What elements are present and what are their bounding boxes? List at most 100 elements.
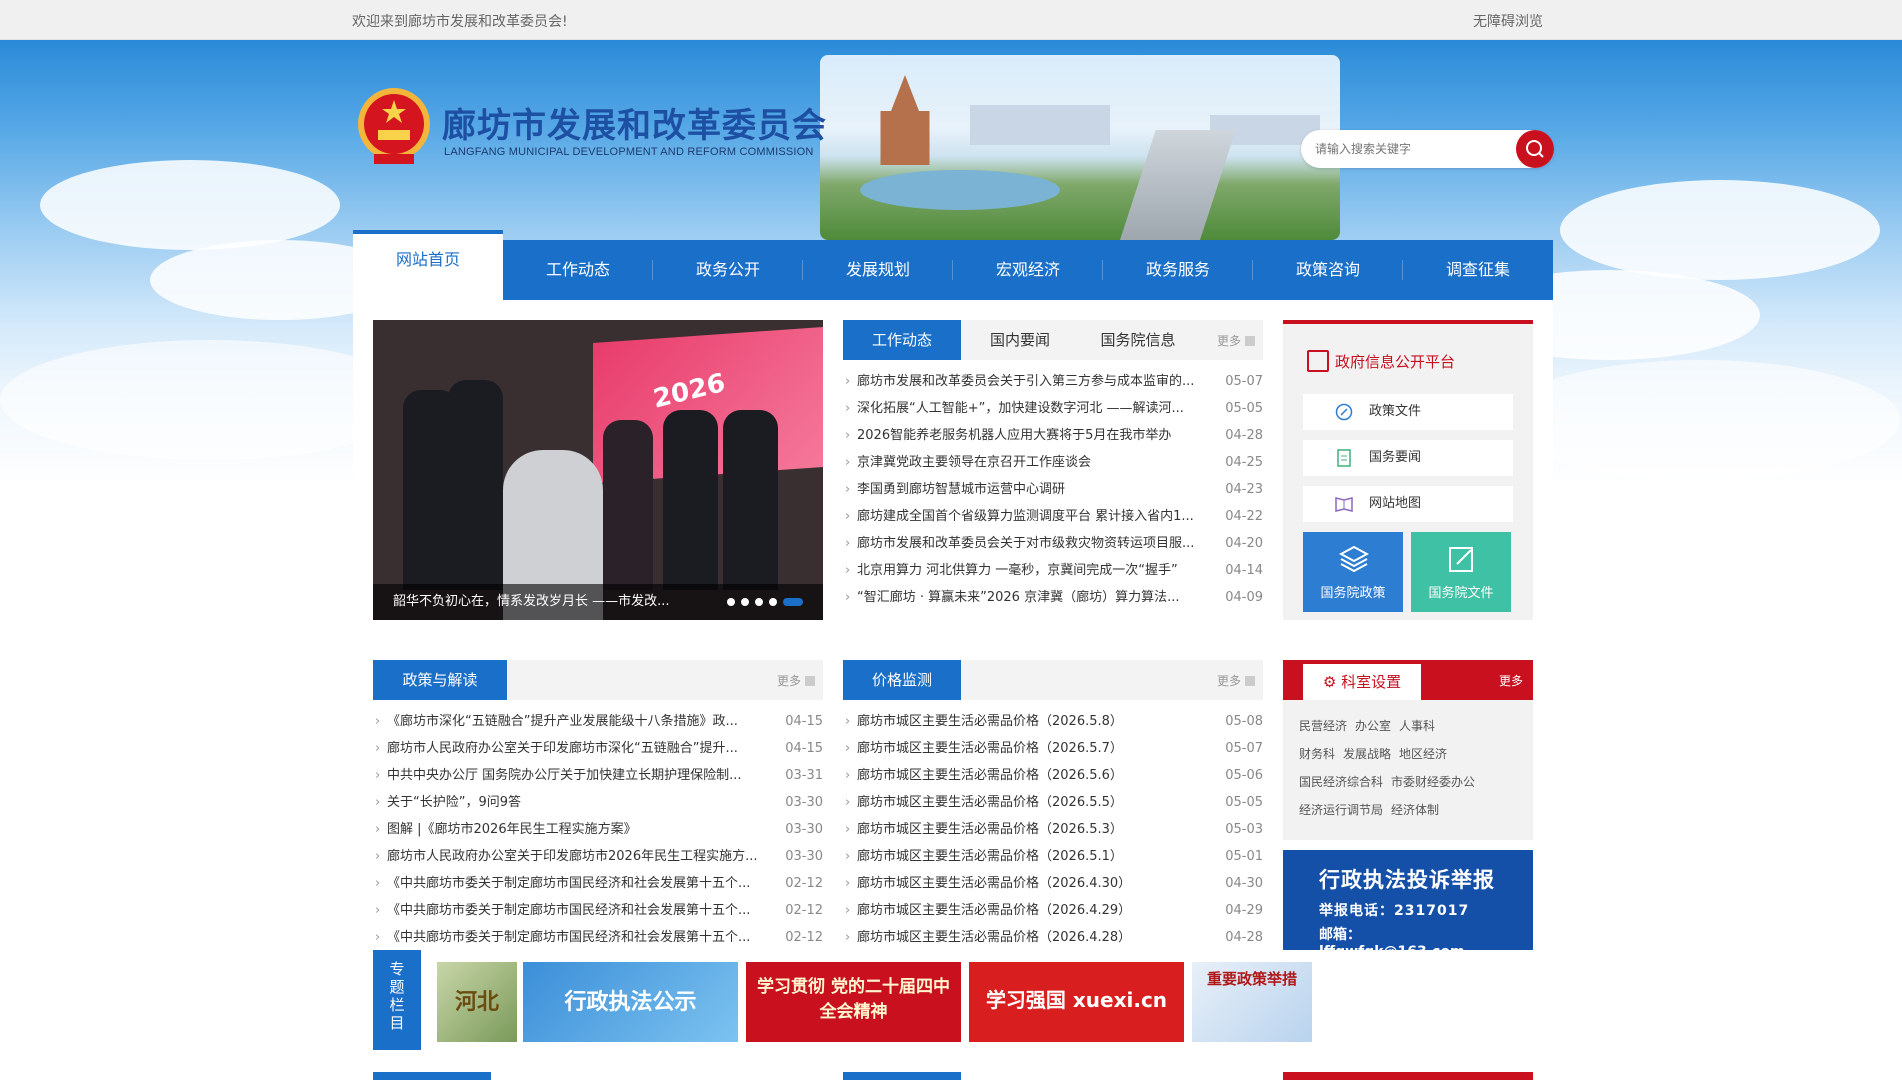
slider-dot-active[interactable]	[783, 598, 803, 606]
report-phone: 举报电话：2317017	[1319, 903, 1470, 919]
policy-more-link[interactable]: 更多	[777, 672, 815, 689]
dept-link[interactable]: 民营经济	[1299, 719, 1347, 733]
nav-planning[interactable]: 发展规划	[803, 240, 953, 300]
list-item[interactable]: 《廊坊市深化“五链融合”提升产业发展能级十八条措施》政...04-15	[373, 708, 823, 735]
list-item[interactable]: 《中共廊坊市委关于制定廊坊市国民经济和社会发展第十五个...02-12	[373, 897, 823, 924]
search-input[interactable]	[1315, 139, 1505, 159]
dept-link[interactable]: 经济体制	[1391, 803, 1439, 817]
tab-domestic-news[interactable]: 国内要闻	[961, 320, 1079, 360]
topic-banner-study[interactable]: 学习贯彻 党的二十届四中全会精神	[746, 962, 961, 1042]
slider-dot[interactable]	[769, 598, 777, 606]
city-skyline-image	[820, 55, 1340, 240]
list-item[interactable]: 廊坊市城区主要生活必需品价格（2026.5.7）05-07	[843, 735, 1263, 762]
list-item[interactable]: 廊坊市城区主要生活必需品价格（2026.5.6）05-06	[843, 762, 1263, 789]
state-news-link[interactable]: 国务要闻	[1303, 440, 1513, 476]
tab-work-news[interactable]: 工作动态	[843, 320, 961, 360]
nav-home[interactable]: 网站首页	[353, 230, 503, 300]
national-emblem-icon	[358, 88, 430, 164]
price-section: 价格监测 更多 廊坊市城区主要生活必需品价格（2026.5.8）05-08 廊坊市…	[843, 660, 1263, 951]
tab-state-council[interactable]: 国务院信息	[1079, 320, 1197, 360]
gov-info-panel: 政府信息公开平台 政策文件 国务要闻 网站地图 国务院政策 国务院文件	[1283, 320, 1533, 620]
department-links: 民营经济 办公室 人事科 财务科 发展战略 地区经济 国民经济综合科 市委财经委办公 经济…	[1283, 700, 1533, 836]
nav-macro-economy[interactable]: 宏观经济	[953, 240, 1103, 300]
slider-dot[interactable]	[727, 598, 735, 606]
site-map-link[interactable]: 网站地图	[1303, 486, 1513, 522]
slider-dot[interactable]	[741, 598, 749, 606]
news-slider[interactable]: 2026 韶华不负初心在，情系发改岁月长 ——市发改...	[373, 320, 823, 620]
topic-banner-xuexi[interactable]: 学习强国 xuexi.cn	[969, 962, 1184, 1042]
nav-gov-affairs[interactable]: 政务公开	[653, 240, 803, 300]
list-item[interactable]: 中共中央办公厅 国务院办公厅关于加快建立长期护理保险制...03-31	[373, 762, 823, 789]
list-item[interactable]: 廊坊市城区主要生活必需品价格（2026.5.8）05-08	[843, 708, 1263, 735]
nav-survey[interactable]: 调查征集	[1403, 240, 1553, 300]
list-item[interactable]: 《中共廊坊市委关于制定廊坊市国民经济和社会发展第十五个...02-12	[373, 870, 823, 897]
list-item[interactable]: 关于“长护险”，9问9答03-30	[373, 789, 823, 816]
nav-work-news[interactable]: 工作动态	[503, 240, 653, 300]
slider-dot[interactable]	[755, 598, 763, 606]
list-item[interactable]: 廊坊市城区主要生活必需品价格（2026.4.30）04-30	[843, 870, 1263, 897]
gov-info-title[interactable]: 政府信息公开平台	[1307, 350, 1455, 372]
layers-icon	[1339, 545, 1369, 573]
search-button[interactable]	[1516, 130, 1554, 168]
list-item[interactable]: 北京用算力 河北供算力 一毫秒，京冀间完成一次“握手”04-14	[843, 557, 1263, 584]
dept-link[interactable]: 市委财经委办公	[1391, 775, 1475, 789]
list-item[interactable]: 京津冀党政主要领导在京召开工作座谈会04-25	[843, 449, 1263, 476]
list-item[interactable]: 廊坊市城区主要生活必需品价格（2026.4.28）04-28	[843, 924, 1263, 951]
nav-services[interactable]: 政务服务	[1103, 240, 1253, 300]
list-item[interactable]: 《中共廊坊市委关于制定廊坊市国民经济和社会发展第十五个...02-12	[373, 924, 823, 951]
price-list: 廊坊市城区主要生活必需品价格（2026.5.8）05-08 廊坊市城区主要生活必…	[843, 708, 1263, 951]
list-item[interactable]: 廊坊市人民政府办公室关于印发廊坊市深化“五链融合”提升...04-15	[373, 735, 823, 762]
dept-link[interactable]: 地区经济	[1399, 747, 1447, 761]
list-item[interactable]: 廊坊市城区主要生活必需品价格（2026.4.29）04-29	[843, 897, 1263, 924]
dept-link[interactable]: 经济运行调节局	[1299, 803, 1383, 817]
list-item[interactable]: 廊坊市发展和改革委员会关于对市级救灾物资转运项目服...04-20	[843, 530, 1263, 557]
compass-icon	[1335, 403, 1353, 421]
document-list-icon	[1307, 350, 1329, 372]
dept-link[interactable]: 国民经济综合科	[1299, 775, 1383, 789]
search-icon	[1526, 140, 1544, 158]
list-item[interactable]: 图解 |《廊坊市2026年民生工程实施方案》03-30	[373, 816, 823, 843]
department-panel: ⚙ 科室设置 更多 民营经济 办公室 人事科 财务科 发展战略 地区经济 国民经济综合科…	[1283, 660, 1533, 840]
dept-link[interactable]: 办公室	[1355, 719, 1391, 733]
complaint-report-banner[interactable]: 行政执法投诉举报 举报电话：2317017 邮箱：lffgwfgk@163.co…	[1283, 850, 1533, 960]
next-section-tab	[1283, 1072, 1533, 1080]
site-title: 廊坊市发展和改革委员会	[442, 106, 827, 146]
list-item[interactable]: 廊坊市发展和改革委员会关于引入第三方参与成本监审的...05-07	[843, 368, 1263, 395]
list-item[interactable]: “智汇廊坊 · 算赢未来”2026 京津冀（廊坊）算力算法...04-09	[843, 584, 1263, 611]
nav-consultation[interactable]: 政策咨询	[1253, 240, 1403, 300]
welcome-text: 欢迎来到廊坊市发展和改革委员会!	[352, 14, 568, 30]
news-list: 廊坊市发展和改革委员会关于引入第三方参与成本监审的...05-07 深化拓展“人…	[843, 368, 1263, 611]
list-item[interactable]: 深化拓展“人工智能+”，加快建设数字河北 ——解读河...05-05	[843, 395, 1263, 422]
price-section-title[interactable]: 价格监测	[843, 660, 961, 700]
state-council-files-tile[interactable]: 国务院文件	[1411, 532, 1511, 612]
policy-list: 《廊坊市深化“五链融合”提升产业发展能级十八条措施》政...04-15 廊坊市人…	[373, 708, 823, 951]
next-section-tab	[373, 1072, 491, 1080]
list-item[interactable]: 廊坊市城区主要生活必需品价格（2026.5.1）05-01	[843, 843, 1263, 870]
list-item[interactable]: 廊坊市城区主要生活必需品价格（2026.5.3）05-03	[843, 816, 1263, 843]
policy-files-link[interactable]: 政策文件	[1303, 394, 1513, 430]
topic-banner-hebei[interactable]: 河北	[437, 962, 517, 1042]
dept-link[interactable]: 财务科	[1299, 747, 1335, 761]
topic-banner-policy[interactable]: 重要政策举措	[1192, 962, 1312, 1042]
list-item[interactable]: 廊坊市人民政府办公室关于印发廊坊市2026年民生工程实施方...03-30	[373, 843, 823, 870]
next-section-tab	[843, 1072, 961, 1080]
search-box	[1301, 130, 1554, 168]
policy-section-title[interactable]: 政策与解读	[373, 660, 507, 700]
dept-link[interactable]: 发展战略	[1343, 747, 1391, 761]
state-council-policy-tile[interactable]: 国务院政策	[1303, 532, 1403, 612]
main-content: 2026 韶华不负初心在，情系发改岁月长 ——市发改... 工作动态 国内要闻 …	[353, 300, 1553, 1080]
list-item[interactable]: 李国勇到廊坊智慧城市运营中心调研04-23	[843, 476, 1263, 503]
list-item[interactable]: 廊坊市城区主要生活必需品价格（2026.5.5）05-05	[843, 789, 1263, 816]
topic-label: 专题栏目	[373, 950, 421, 1050]
edit-icon	[1449, 547, 1473, 572]
topic-banner-enforcement[interactable]: 行政执法公示	[523, 962, 738, 1042]
news-more-link[interactable]: 更多	[1217, 332, 1255, 349]
price-more-link[interactable]: 更多	[1217, 672, 1255, 689]
accessibility-link[interactable]: 无障碍浏览	[1473, 11, 1543, 31]
list-item[interactable]: 廊坊建成全国首个省级算力监测调度平台 累计接入省内1...04-22	[843, 503, 1263, 530]
list-item[interactable]: 2026智能养老服务机器人应用大赛将于5月在我市举办04-28	[843, 422, 1263, 449]
department-more-link[interactable]: 更多	[1499, 672, 1523, 689]
document-icon	[1337, 449, 1351, 467]
department-title[interactable]: ⚙ 科室设置	[1303, 664, 1421, 700]
dept-link[interactable]: 人事科	[1399, 719, 1435, 733]
